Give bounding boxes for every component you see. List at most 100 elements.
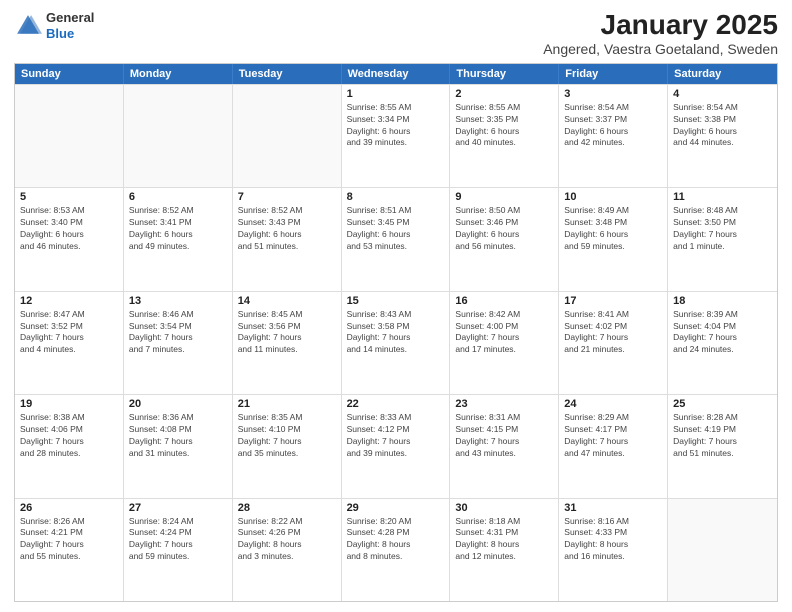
day-info: Sunrise: 8:46 AM Sunset: 3:54 PM Dayligh… [129, 309, 227, 357]
calendar-cell: 22 Sunrise: 8:33 AM Sunset: 4:12 PM Dayli… [342, 395, 451, 497]
title-block: January 2025 Angered, Vaestra Goetaland,… [543, 10, 778, 57]
day-info: Sunrise: 8:55 AM Sunset: 3:35 PM Dayligh… [455, 102, 553, 150]
day-info: Sunrise: 8:24 AM Sunset: 4:24 PM Dayligh… [129, 516, 227, 564]
calendar-cell: 23 Sunrise: 8:31 AM Sunset: 4:15 PM Dayli… [450, 395, 559, 497]
calendar-row: 12 Sunrise: 8:47 AM Sunset: 3:52 PM Dayli… [15, 291, 777, 394]
day-info: Sunrise: 8:50 AM Sunset: 3:46 PM Dayligh… [455, 205, 553, 253]
calendar: SundayMondayTuesdayWednesdayThursdayFrid… [14, 63, 778, 602]
calendar-cell: 15 Sunrise: 8:43 AM Sunset: 3:58 PM Dayli… [342, 292, 451, 394]
calendar-cell [233, 85, 342, 187]
day-number: 9 [455, 191, 553, 203]
calendar-cell: 6Sunrise: 8:52 AM Sunset: 3:41 PM Daylig… [124, 188, 233, 290]
weekday-header: Sunday [15, 64, 124, 84]
calendar-cell: 31 Sunrise: 8:16 AM Sunset: 4:33 PM Dayli… [559, 499, 668, 601]
day-info: Sunrise: 8:33 AM Sunset: 4:12 PM Dayligh… [347, 412, 445, 460]
calendar-cell: 2 Sunrise: 8:55 AM Sunset: 3:35 PM Daylig… [450, 85, 559, 187]
calendar-cell: 17Sunrise: 8:41 AM Sunset: 4:02 PM Dayli… [559, 292, 668, 394]
day-info: Sunrise: 8:16 AM Sunset: 4:33 PM Dayligh… [564, 516, 662, 564]
day-info: Sunrise: 8:38 AM Sunset: 4:06 PM Dayligh… [20, 412, 118, 460]
calendar-title: January 2025 [543, 10, 778, 41]
day-number: 22 [347, 398, 445, 410]
day-number: 2 [455, 88, 553, 100]
day-info: Sunrise: 8:52 AM Sunset: 3:43 PM Dayligh… [238, 205, 336, 253]
day-info: Sunrise: 8:54 AM Sunset: 3:37 PM Dayligh… [564, 102, 662, 150]
logo-text: General Blue [46, 10, 94, 41]
day-info: Sunrise: 8:54 AM Sunset: 3:38 PM Dayligh… [673, 102, 772, 150]
day-number: 1 [347, 88, 445, 100]
calendar-cell: 9 Sunrise: 8:50 AM Sunset: 3:46 PM Daylig… [450, 188, 559, 290]
logo-icon [14, 12, 42, 40]
day-number: 10 [564, 191, 662, 203]
calendar-cell: 4Sunrise: 8:54 AM Sunset: 3:38 PM Daylig… [668, 85, 777, 187]
logo-blue: Blue [46, 26, 74, 41]
day-info: Sunrise: 8:49 AM Sunset: 3:48 PM Dayligh… [564, 205, 662, 253]
calendar-cell: 3 Sunrise: 8:54 AM Sunset: 3:37 PM Daylig… [559, 85, 668, 187]
day-number: 12 [20, 295, 118, 307]
day-number: 5 [20, 191, 118, 203]
day-number: 16 [455, 295, 553, 307]
day-number: 13 [129, 295, 227, 307]
day-info: Sunrise: 8:42 AM Sunset: 4:00 PM Dayligh… [455, 309, 553, 357]
day-info: Sunrise: 8:51 AM Sunset: 3:45 PM Dayligh… [347, 205, 445, 253]
day-number: 24 [564, 398, 662, 410]
day-info: Sunrise: 8:28 AM Sunset: 4:19 PM Dayligh… [673, 412, 772, 460]
day-info: Sunrise: 8:35 AM Sunset: 4:10 PM Dayligh… [238, 412, 336, 460]
logo: General Blue [14, 10, 94, 41]
page: General Blue January 2025 Angered, Vaest… [0, 0, 792, 612]
day-info: Sunrise: 8:47 AM Sunset: 3:52 PM Dayligh… [20, 309, 118, 357]
calendar-cell: 13 Sunrise: 8:46 AM Sunset: 3:54 PM Dayli… [124, 292, 233, 394]
day-info: Sunrise: 8:48 AM Sunset: 3:50 PM Dayligh… [673, 205, 772, 253]
calendar-cell: 5 Sunrise: 8:53 AM Sunset: 3:40 PM Daylig… [15, 188, 124, 290]
day-info: Sunrise: 8:39 AM Sunset: 4:04 PM Dayligh… [673, 309, 772, 357]
day-number: 15 [347, 295, 445, 307]
calendar-cell: 14Sunrise: 8:45 AM Sunset: 3:56 PM Dayli… [233, 292, 342, 394]
weekday-header: Monday [124, 64, 233, 84]
weekday-header: Tuesday [233, 64, 342, 84]
day-info: Sunrise: 8:43 AM Sunset: 3:58 PM Dayligh… [347, 309, 445, 357]
day-number: 28 [238, 502, 336, 514]
day-number: 8 [347, 191, 445, 203]
calendar-cell: 8 Sunrise: 8:51 AM Sunset: 3:45 PM Daylig… [342, 188, 451, 290]
calendar-row: 19Sunrise: 8:38 AM Sunset: 4:06 PM Dayli… [15, 394, 777, 497]
weekday-header: Saturday [668, 64, 777, 84]
day-number: 23 [455, 398, 553, 410]
calendar-cell: 30Sunrise: 8:18 AM Sunset: 4:31 PM Dayli… [450, 499, 559, 601]
day-info: Sunrise: 8:29 AM Sunset: 4:17 PM Dayligh… [564, 412, 662, 460]
day-info: Sunrise: 8:52 AM Sunset: 3:41 PM Dayligh… [129, 205, 227, 253]
calendar-cell: 21 Sunrise: 8:35 AM Sunset: 4:10 PM Dayli… [233, 395, 342, 497]
calendar-cell: 26 Sunrise: 8:26 AM Sunset: 4:21 PM Dayli… [15, 499, 124, 601]
day-number: 27 [129, 502, 227, 514]
day-info: Sunrise: 8:31 AM Sunset: 4:15 PM Dayligh… [455, 412, 553, 460]
day-number: 29 [347, 502, 445, 514]
day-info: Sunrise: 8:53 AM Sunset: 3:40 PM Dayligh… [20, 205, 118, 253]
calendar-cell: 16 Sunrise: 8:42 AM Sunset: 4:00 PM Dayli… [450, 292, 559, 394]
day-info: Sunrise: 8:55 AM Sunset: 3:34 PM Dayligh… [347, 102, 445, 150]
calendar-cell [15, 85, 124, 187]
day-number: 20 [129, 398, 227, 410]
day-number: 31 [564, 502, 662, 514]
day-number: 11 [673, 191, 772, 203]
calendar-cell: 18 Sunrise: 8:39 AM Sunset: 4:04 PM Dayli… [668, 292, 777, 394]
calendar-cell: 1 Sunrise: 8:55 AM Sunset: 3:34 PM Daylig… [342, 85, 451, 187]
day-number: 21 [238, 398, 336, 410]
calendar-cell: 27 Sunrise: 8:24 AM Sunset: 4:24 PM Dayli… [124, 499, 233, 601]
day-number: 26 [20, 502, 118, 514]
header: General Blue January 2025 Angered, Vaest… [14, 10, 778, 57]
calendar-cell: 20Sunrise: 8:36 AM Sunset: 4:08 PM Dayli… [124, 395, 233, 497]
day-info: Sunrise: 8:26 AM Sunset: 4:21 PM Dayligh… [20, 516, 118, 564]
calendar-cell: 11 Sunrise: 8:48 AM Sunset: 3:50 PM Dayli… [668, 188, 777, 290]
calendar-row: 1 Sunrise: 8:55 AM Sunset: 3:34 PM Daylig… [15, 84, 777, 187]
calendar-header: SundayMondayTuesdayWednesdayThursdayFrid… [15, 64, 777, 84]
day-info: Sunrise: 8:20 AM Sunset: 4:28 PM Dayligh… [347, 516, 445, 564]
weekday-header: Wednesday [342, 64, 451, 84]
calendar-cell: 12 Sunrise: 8:47 AM Sunset: 3:52 PM Dayli… [15, 292, 124, 394]
calendar-cell: 25Sunrise: 8:28 AM Sunset: 4:19 PM Dayli… [668, 395, 777, 497]
calendar-cell: 7Sunrise: 8:52 AM Sunset: 3:43 PM Daylig… [233, 188, 342, 290]
day-info: Sunrise: 8:45 AM Sunset: 3:56 PM Dayligh… [238, 309, 336, 357]
calendar-row: 26 Sunrise: 8:26 AM Sunset: 4:21 PM Dayli… [15, 498, 777, 601]
day-info: Sunrise: 8:22 AM Sunset: 4:26 PM Dayligh… [238, 516, 336, 564]
calendar-cell: 24 Sunrise: 8:29 AM Sunset: 4:17 PM Dayli… [559, 395, 668, 497]
day-number: 3 [564, 88, 662, 100]
day-number: 17 [564, 295, 662, 307]
day-number: 18 [673, 295, 772, 307]
